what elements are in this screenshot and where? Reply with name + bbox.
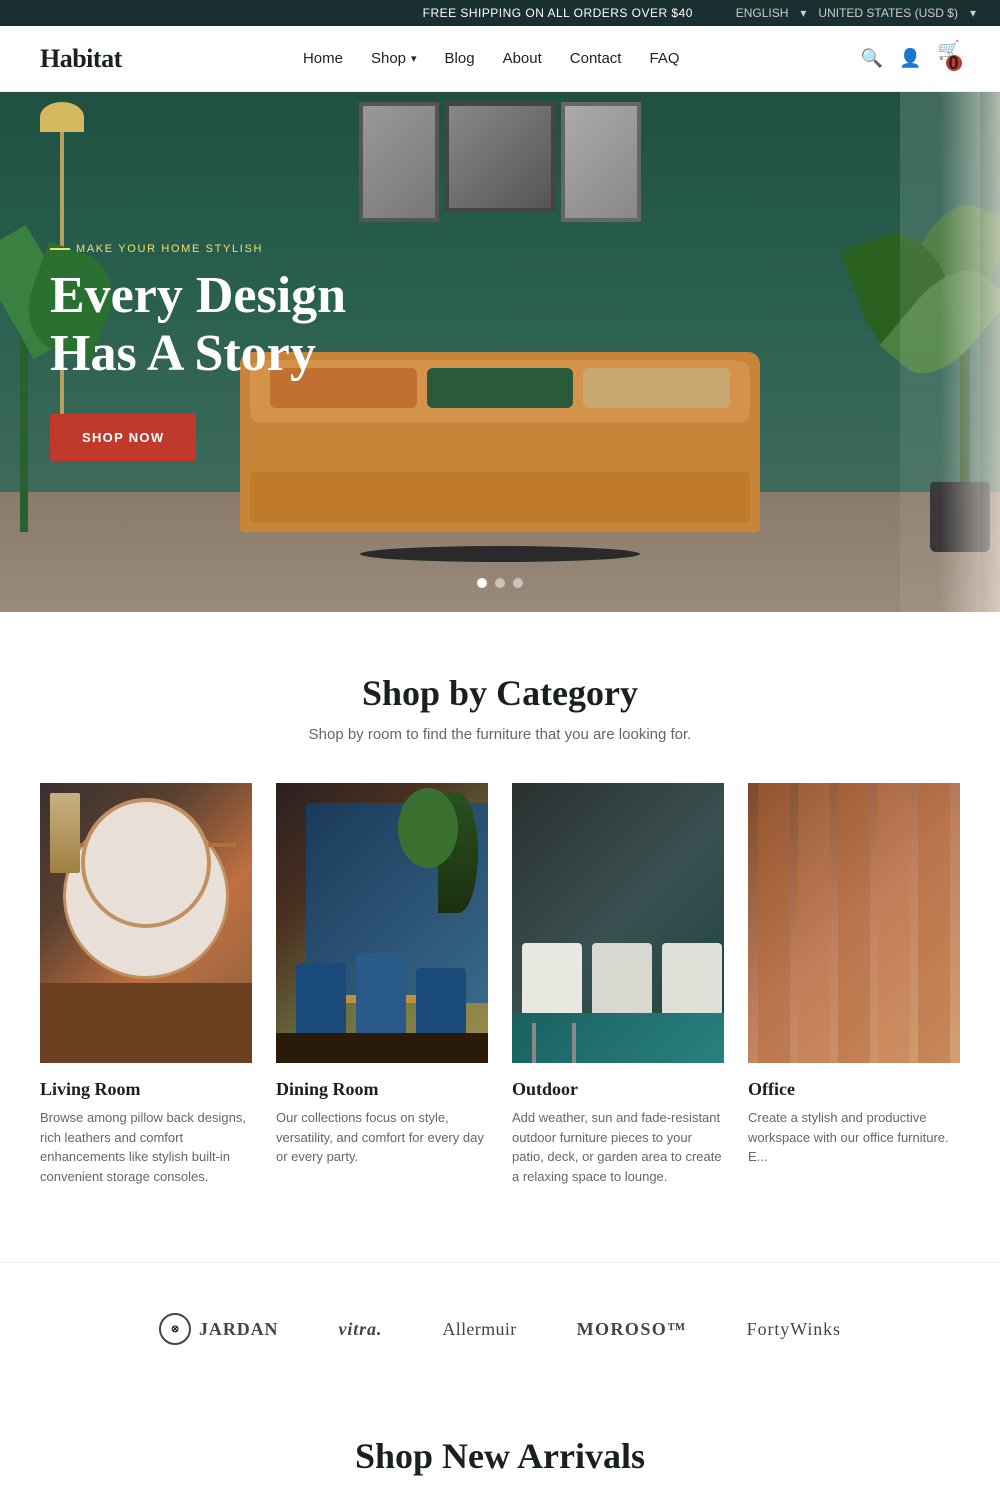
shop-now-button[interactable]: SHOP NOW [50,414,196,461]
top-bar-right: ENGLISH ▾ UNITED STATES (USD $) ▾ [736,6,976,20]
category-info-office: Office Create a stylish and productive w… [748,1063,960,1183]
nav-about[interactable]: About [503,50,542,67]
hero-content: MAKE YOUR HOME STYLISH Every Design Has … [0,243,420,460]
category-grid: Living Room Browse among pillow back des… [40,783,960,1202]
nav-shop[interactable]: Shop ▾ [371,50,417,67]
frame-2 [445,102,555,212]
hero-subtitle: MAKE YOUR HOME STYLISH [50,243,420,255]
category-card-office[interactable]: Office Create a stylish and productive w… [748,783,960,1202]
category-desc-living: Browse among pillow back designs, rich l… [40,1108,252,1186]
category-desc-office: Create a stylish and productive workspac… [748,1108,960,1167]
category-name-office: Office [748,1079,960,1100]
brand-moroso-label: MOROSO™ [577,1319,687,1339]
category-card-outdoor[interactable]: Outdoor Add weather, sun and fade-resist… [512,783,724,1202]
hero-dots [477,578,523,588]
main-nav: Home Shop ▾ Blog About Contact FAQ [303,50,680,67]
account-icon[interactable]: 👤 [899,48,921,69]
category-name-dining: Dining Room [276,1079,488,1100]
brand-fortywinks-label: FortyWinks [747,1319,841,1339]
shop-category-section: Shop by Category Shop by room to find th… [0,612,1000,1262]
brand-moroso[interactable]: MOROSO™ [577,1319,687,1340]
category-name-outdoor: Outdoor [512,1079,724,1100]
currency-selector[interactable]: UNITED STATES (USD $) [818,6,958,20]
brand-fortywinks[interactable]: FortyWinks [747,1319,841,1340]
language-selector[interactable]: ENGLISH [736,6,789,20]
nav-contact[interactable]: Contact [570,50,622,67]
category-title: Shop by Category [40,672,960,714]
language-chevron-icon: ▾ [800,6,806,20]
brand-jardan-label: JARDAN [199,1319,278,1340]
cart-badge: 0 [946,55,962,71]
category-card-living[interactable]: Living Room Browse among pillow back des… [40,783,252,1202]
shop-chevron-icon: ▾ [411,52,417,65]
header-icons: 🔍 👤 🛒 0 [861,40,960,77]
nav-shop-label: Shop [371,50,406,67]
brand-jardan[interactable]: ⊗ JARDAN [159,1313,278,1345]
category-info-dining: Dining Room Our collections focus on sty… [276,1063,488,1183]
brand-allermuir-label: Allermuir [442,1319,516,1339]
site-header: Habitat Home Shop ▾ Blog About Contact F… [0,26,1000,92]
currency-chevron-icon: ▾ [970,6,976,20]
frame-3 [561,102,641,222]
dot-2[interactable] [495,578,505,588]
shipping-notice: FREE SHIPPING ON ALL ORDERS OVER $40 [380,6,736,20]
logo[interactable]: Habitat [40,44,122,74]
cart-icon[interactable]: 🛒 0 [938,40,960,77]
brand-allermuir[interactable]: Allermuir [442,1319,516,1340]
category-image-office [748,783,960,1063]
frame-1 [359,102,439,222]
brand-vitra[interactable]: vitra. [338,1319,382,1340]
dot-1[interactable] [477,578,487,588]
brands-section: ⊗ JARDAN vitra. Allermuir MOROSO™ FortyW… [0,1262,1000,1395]
nav-blog[interactable]: Blog [445,50,475,67]
nav-home[interactable]: Home [303,50,343,67]
hero-section: MAKE YOUR HOME STYLISH Every Design Has … [0,92,1000,612]
category-info-living: Living Room Browse among pillow back des… [40,1063,252,1202]
brand-vitra-label: vitra. [338,1319,382,1339]
jardan-icon: ⊗ [159,1313,191,1345]
hero-title: Every Design Has A Story [50,267,420,381]
category-info-outdoor: Outdoor Add weather, sun and fade-resist… [512,1063,724,1202]
category-name-living: Living Room [40,1079,252,1100]
category-desc-outdoor: Add weather, sun and fade-resistant outd… [512,1108,724,1186]
top-bar: FREE SHIPPING ON ALL ORDERS OVER $40 ENG… [0,0,1000,26]
search-icon[interactable]: 🔍 [861,48,883,69]
nav-faq[interactable]: FAQ [649,50,679,67]
frame-group [359,102,641,222]
dot-3[interactable] [513,578,523,588]
category-image-living [40,783,252,1063]
category-image-dining [276,783,488,1063]
hero-table [360,546,640,562]
category-card-dining[interactable]: Dining Room Our collections focus on sty… [276,783,488,1202]
arrivals-title: Shop New Arrivals [40,1435,960,1477]
category-subtitle: Shop by room to find the furniture that … [40,726,960,743]
hero-window [900,92,980,612]
category-image-outdoor [512,783,724,1063]
category-desc-dining: Our collections focus on style, versatil… [276,1108,488,1167]
arrivals-section: Shop New Arrivals [0,1395,1000,1497]
